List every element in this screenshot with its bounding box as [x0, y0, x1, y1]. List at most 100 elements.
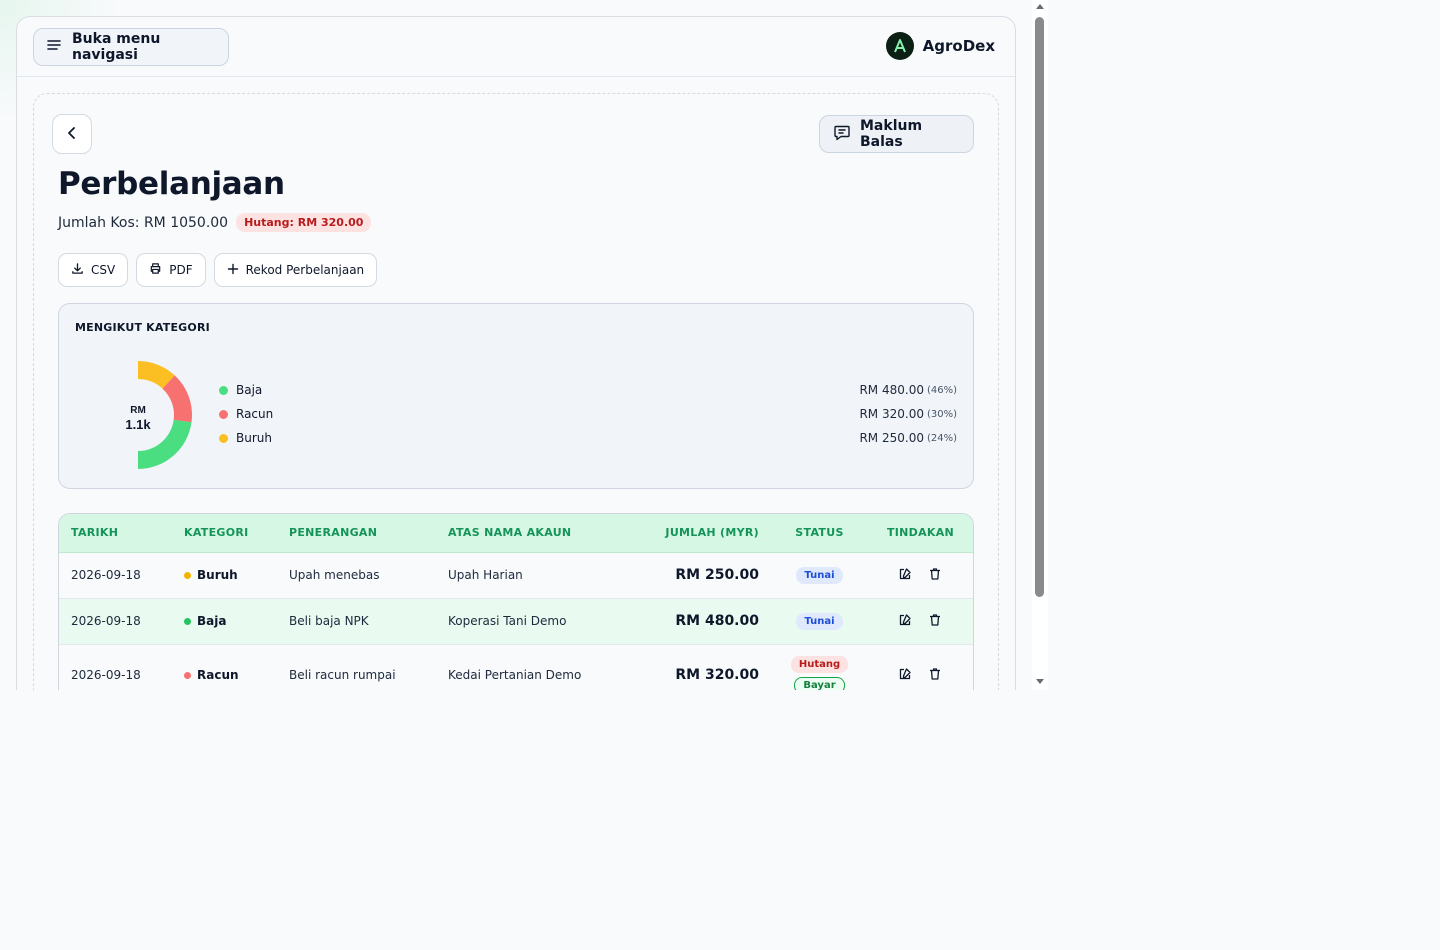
open-navigation-label: Buka menu navigasi	[72, 31, 161, 63]
trash-icon[interactable]	[928, 667, 944, 683]
add-expense-button[interactable]: Rekod Perbelanjaan	[213, 253, 378, 287]
brand-logo-icon	[885, 32, 914, 60]
table-row: 2026-09-18 Baja Beli baja NPK Koperasi T…	[59, 598, 973, 645]
category-amount-baja: RM 480.00 (46%)	[859, 378, 957, 402]
donut-center-total: 1.1k	[125, 417, 151, 432]
category-amount-racun: RM 320.00 (30%)	[859, 402, 957, 426]
cell-date: 2026-09-18	[59, 598, 172, 645]
brand-name: AgroDex	[922, 37, 995, 55]
amount-percent: (24%)	[926, 432, 957, 444]
cell-description: Beli racun rumpai	[277, 644, 436, 690]
column-header-description[interactable]: PENERANGAN	[277, 514, 436, 553]
amount-value: RM 250.00	[859, 431, 924, 445]
legend-label: Racun	[236, 407, 274, 421]
top-bar: Buka menu navigasi AgroDex	[17, 17, 1015, 77]
amount-percent: (30%)	[926, 408, 957, 420]
table-row: 2026-09-18 Buruh Upah menebas Upah Haria…	[59, 552, 973, 599]
legend-item-buruh: Buruh	[219, 426, 273, 450]
scroll-up-arrow-icon[interactable]	[1036, 4, 1044, 9]
category-panel-title: MENGIKUT KATEGORI	[75, 321, 210, 334]
legend-dot	[219, 385, 228, 395]
cell-actions	[868, 644, 973, 690]
legend-label: Buruh	[236, 431, 272, 445]
edit-icon[interactable]	[898, 667, 914, 683]
feedback-label: Maklum Balas	[860, 118, 923, 150]
legend-item-racun: Racun	[219, 402, 273, 426]
cell-date: 2026-09-18	[59, 552, 172, 599]
cell-amount: RM 480.00	[616, 598, 771, 645]
cost-summary: Jumlah Kos: RM 1050.00 Hutang: RM 320.00	[58, 213, 372, 232]
pay-button[interactable]: Bayar	[794, 677, 845, 690]
amount-value: RM 250.00	[675, 567, 759, 583]
cell-description: Upah menebas	[277, 552, 436, 599]
column-header-amount[interactable]: JUMLAH (MYR)	[616, 514, 771, 553]
expenses-table: TARIKH KATEGORI PENERANGAN ATAS NAMA AKA…	[58, 513, 974, 690]
category-dot	[184, 617, 191, 625]
category-legend: Baja Racun Buruh	[219, 378, 273, 450]
cell-amount: RM 250.00	[616, 552, 771, 599]
cell-status: Tunai	[771, 552, 868, 599]
category-amounts: RM 480.00 (46%) RM 320.00 (30%) RM 250.0…	[859, 378, 957, 450]
category-dot	[184, 671, 191, 679]
open-navigation-button[interactable]: Buka menu navigasi	[33, 28, 229, 66]
plus-icon	[227, 263, 239, 278]
cell-category: Buruh	[172, 552, 277, 599]
cell-amount: RM 320.00	[616, 644, 771, 690]
cell-account: Upah Harian	[436, 552, 616, 599]
download-icon	[71, 262, 84, 278]
legend-dot	[219, 409, 228, 419]
category-panel: MENGIKUT KATEGORI RM 1.1k Baja Racun Bur…	[58, 303, 974, 489]
printer-icon	[149, 262, 162, 278]
page-viewport: Buka menu navigasi AgroDex Maklum Balas	[0, 0, 1048, 690]
cell-status: Hutang Bayar	[771, 644, 868, 690]
status-badge: Tunai	[796, 612, 843, 630]
cell-category: Racun	[172, 644, 277, 690]
column-header-account[interactable]: ATAS NAMA AKAUN	[436, 514, 616, 553]
edit-icon[interactable]	[898, 613, 914, 629]
scrollbar-thumb[interactable]	[1035, 17, 1044, 597]
pdf-label: PDF	[169, 263, 193, 277]
edit-icon[interactable]	[898, 567, 914, 583]
chevron-left-icon	[65, 125, 79, 144]
amount-value: RM 480.00	[675, 613, 759, 629]
cell-description: Beli baja NPK	[277, 598, 436, 645]
column-header-date[interactable]: TARIKH	[59, 514, 172, 553]
column-header-actions: TINDAKAN	[868, 514, 973, 553]
cell-category: Baja	[172, 598, 277, 645]
back-button[interactable]	[52, 114, 92, 154]
debt-badge: Hutang: RM 320.00	[236, 213, 372, 232]
menu-icon	[46, 37, 62, 57]
export-csv-button[interactable]: CSV	[58, 253, 129, 287]
category-label: Racun	[197, 668, 239, 682]
trash-icon[interactable]	[928, 613, 944, 629]
status-badge: Tunai	[796, 566, 843, 584]
brand[interactable]: AgroDex	[885, 32, 995, 60]
scroll-down-arrow-icon[interactable]	[1036, 679, 1044, 684]
table-row: 2026-09-18 Racun Beli racun rumpai Kedai…	[59, 644, 973, 690]
cell-actions	[868, 598, 973, 645]
category-dot	[184, 571, 191, 579]
donut-center-currency: RM	[130, 405, 146, 416]
cell-account: Koperasi Tani Demo	[436, 598, 616, 645]
trash-icon[interactable]	[928, 567, 944, 583]
column-header-status: STATUS	[771, 514, 868, 553]
amount-value: RM 320.00	[859, 407, 924, 421]
legend-dot	[219, 433, 228, 443]
app-shell: Buka menu navigasi AgroDex Maklum Balas	[16, 16, 1016, 690]
export-pdf-button[interactable]: PDF	[136, 253, 206, 287]
category-amount-buruh: RM 250.00 (24%)	[859, 426, 957, 450]
add-expense-label: Rekod Perbelanjaan	[245, 263, 365, 277]
status-badge: Hutang	[790, 656, 849, 673]
total-cost: Jumlah Kos: RM 1050.00	[58, 214, 229, 231]
table-header-row: TARIKH KATEGORI PENERANGAN ATAS NAMA AKA…	[59, 514, 973, 553]
cell-status: Tunai	[771, 598, 868, 645]
cell-actions	[868, 552, 973, 599]
amount-value: RM 320.00	[675, 667, 759, 683]
page-title: Perbelanjaan	[58, 166, 285, 202]
column-header-category[interactable]: KATEGORI	[172, 514, 277, 553]
action-bar: CSV PDF Rekod Perbelanjaan	[58, 253, 378, 287]
amount-percent: (46%)	[926, 384, 957, 396]
message-icon	[833, 123, 851, 145]
vertical-scrollbar[interactable]	[1032, 0, 1048, 690]
feedback-button[interactable]: Maklum Balas	[819, 115, 974, 153]
